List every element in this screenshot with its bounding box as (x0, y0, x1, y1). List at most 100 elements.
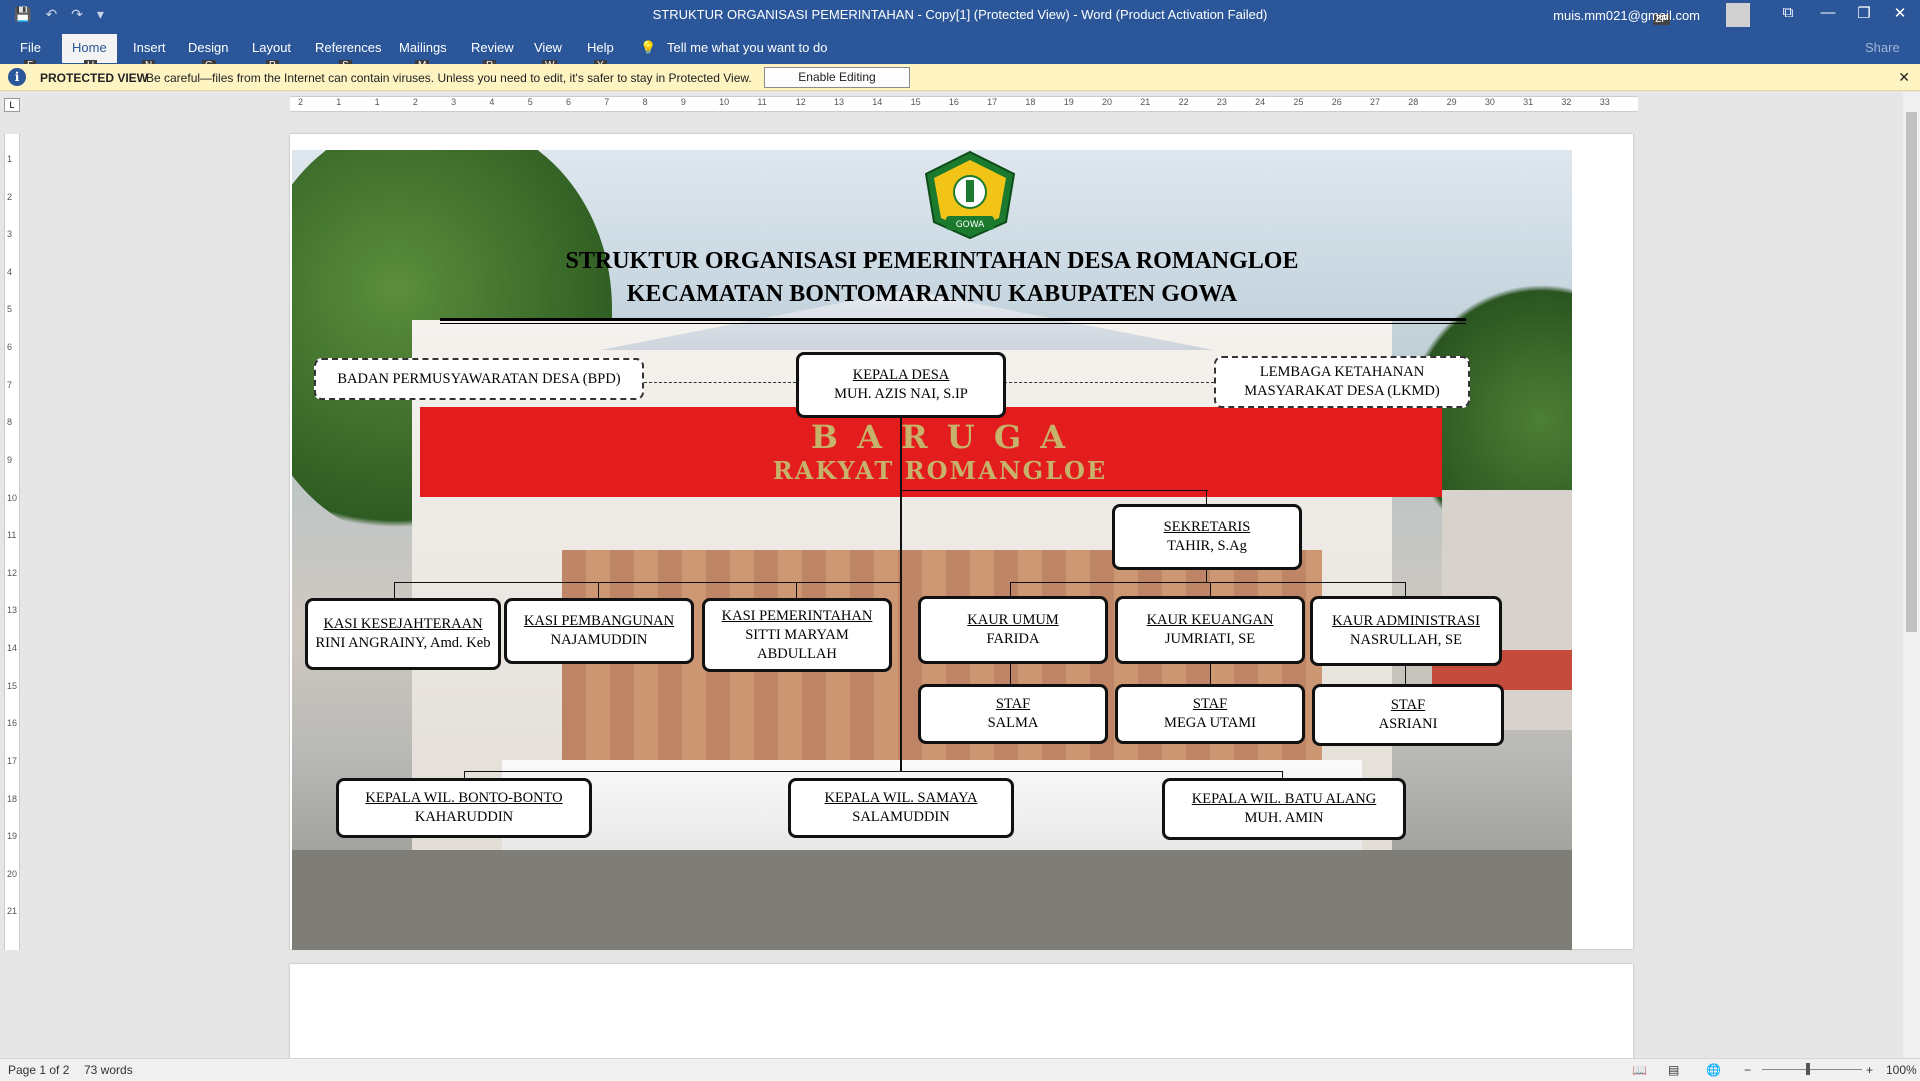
tab-file[interactable]: File (20, 40, 41, 55)
zoom-slider[interactable] (1762, 1069, 1862, 1070)
tab-mailings[interactable]: Mailings (399, 40, 447, 55)
box-staf-1[interactable]: STAF SALMA (918, 684, 1108, 744)
ruler-tick-label: 19 (1063, 97, 1074, 107)
word-count[interactable]: 73 words (84, 1063, 133, 1077)
web-layout-icon[interactable]: 🌐 (1706, 1063, 1721, 1077)
enable-editing-button[interactable]: Enable Editing (764, 67, 910, 88)
ruler-tick-label: 27 (1370, 97, 1381, 107)
wilayah-horizontal-line (464, 771, 1282, 772)
box-lkmd[interactable]: LEMBAGA KETAHANAN MASYARAKAT DESA (LKMD) (1214, 356, 1470, 408)
tab-help[interactable]: Help (587, 40, 614, 55)
tab-view[interactable]: View (534, 40, 562, 55)
ruler-tick-label: 6 (566, 97, 572, 107)
box-sekretaris[interactable]: SEKRETARIS TAHIR, S.Ag (1112, 504, 1302, 570)
info-icon: i (8, 68, 26, 86)
wilayah-name: KAHARUDDIN (414, 809, 514, 825)
sekretaris-name: TAHIR, S.Ag (1167, 538, 1247, 554)
tab-selector[interactable]: L (4, 98, 20, 112)
box-kepala-wil-samaya[interactable]: KEPALA WIL. SAMAYA SALAMUDDIN (788, 778, 1014, 838)
kasi-title: KASI KESEJAHTERAAN (323, 616, 483, 632)
ruler-tick-label: 28 (1408, 97, 1419, 107)
ruler-tick-label: 2 (412, 97, 418, 107)
protected-view-label: PROTECTED VIEW (40, 71, 149, 85)
ruler-tick-label: 5 (7, 304, 13, 315)
ruler-tick-label: 13 (7, 605, 18, 616)
zoom-in-icon[interactable]: + (1866, 1063, 1873, 1077)
ruler-tick-label: 1 (336, 97, 342, 107)
tab-design[interactable]: Design (188, 40, 228, 55)
ruler-tick-label: 20 (1102, 97, 1113, 107)
wilayah-title: KEPALA WIL. SAMAYA (824, 790, 978, 806)
kasi-name: SITTI MARYAM (745, 626, 849, 643)
wilayah-title: KEPALA WIL. BONTO-BONTO (365, 790, 563, 806)
print-layout-icon[interactable]: ▤ (1668, 1063, 1679, 1077)
tab-review[interactable]: Review (471, 40, 514, 55)
kepala-desa-name: MUH. AZIS NAI, S.IP (834, 386, 968, 402)
box-kasi-pembangunan[interactable]: KASI PEMBANGUNAN NAJAMUDDIN (504, 598, 694, 664)
ruler-tick-label: 11 (757, 97, 767, 107)
box-kepala-desa[interactable]: KEPALA DESA MUH. AZIS NAI, S.IP (796, 352, 1006, 418)
heading-rule-thick (440, 318, 1466, 321)
horizontal-ruler[interactable]: 2 1 1 2 3 4 5 6 7 8 9 10 11 12 13 14 15 16 17 18 19 20 21 22 23 2… (290, 96, 1638, 112)
line-to-sekretaris (900, 490, 1208, 491)
tab-insert[interactable]: Insert (133, 40, 166, 55)
box-kasi-kesejahteraan[interactable]: KASI KESEJAHTERAAN RINI ANGRAINY, Amd. K… (305, 598, 501, 670)
protected-view-message: Be careful—files from the Internet can c… (146, 71, 752, 85)
box-kaur-umum[interactable]: KAUR UMUM FARIDA (918, 596, 1108, 664)
ruler-tick-label: 7 (7, 379, 13, 390)
ruler-tick-label: 19 (7, 831, 18, 842)
kaur-horizontal-line (1010, 582, 1406, 583)
banner-line2: RAKYAT ROMANGLOE (772, 456, 1108, 485)
read-mode-icon[interactable]: 📖 (1632, 1063, 1647, 1077)
tell-me-search[interactable]: Tell me what you want to do (667, 40, 827, 55)
page-count[interactable]: Page 1 of 2 (8, 1063, 69, 1077)
logo-text: GOWA (956, 220, 985, 230)
box-staf-3[interactable]: STAF ASRIANI (1312, 684, 1504, 746)
minimize-button[interactable]: — (1808, 4, 1848, 21)
ruler-tick-label: 11 (7, 530, 17, 541)
box-staf-2[interactable]: STAF MEGA UTAMI (1115, 684, 1305, 744)
wilayah-name: MUH. AMIN (1244, 810, 1324, 826)
tab-layout[interactable]: Layout (252, 40, 291, 55)
box-kepala-wil-batu-alang[interactable]: KEPALA WIL. BATU ALANG MUH. AMIN (1162, 778, 1406, 840)
restore-button[interactable]: ❐ (1844, 4, 1884, 22)
document-page-2[interactable] (290, 964, 1633, 1064)
ruler-tick-label: 8 (642, 97, 648, 107)
sekretaris-title: SEKRETARIS (1163, 519, 1251, 535)
staf-line-1 (1010, 662, 1011, 684)
account-email[interactable]: muis.mm021@gmail.com (1553, 8, 1700, 23)
zoom-out-icon[interactable]: − (1744, 1063, 1751, 1077)
scrollbar-thumb[interactable] (1906, 112, 1917, 632)
share-button[interactable]: Share (1865, 40, 1900, 55)
box-kaur-keuangan[interactable]: KAUR KEUANGAN JUMRIATI, SE (1115, 596, 1305, 664)
box-kasi-pemerintahan[interactable]: KASI PEMERINTAHAN SITTI MARYAM ABDULLAH (702, 598, 892, 672)
box-kaur-administrasi[interactable]: KAUR ADMINISTRASI NASRULLAH, SE (1310, 596, 1502, 666)
ruler-tick-label: 14 (872, 97, 883, 107)
ruler-tick-label: 7 (604, 97, 610, 107)
zoom-level[interactable]: 100% (1886, 1063, 1917, 1077)
box-bpd[interactable]: BADAN PERMUSYAWARATAN DESA (BPD) (314, 358, 644, 400)
ruler-tick-label: 30 (1484, 97, 1495, 107)
ruler-tick-label: 21 (7, 906, 18, 917)
vertical-scrollbar[interactable] (1903, 92, 1920, 1060)
tab-references[interactable]: References (315, 40, 381, 55)
status-bar: Page 1 of 2 73 words 📖 ▤ 🌐 − + 100% (0, 1058, 1920, 1081)
zoom-slider-thumb[interactable] (1806, 1063, 1810, 1075)
kasi-name: NAJAMUDDIN (550, 632, 648, 648)
heading-line2: KECAMATAN BONTOMARANNU KABUPATEN GOWA (626, 281, 1238, 307)
ruler-tick-label: 3 (451, 97, 457, 107)
tab-home[interactable]: Home (62, 34, 117, 63)
avatar[interactable] (1726, 3, 1750, 27)
staf-name: SALMA (987, 715, 1039, 731)
wilayah-title: KEPALA WIL. BATU ALANG (1191, 791, 1377, 807)
vertical-ruler[interactable]: 1 2 3 4 5 6 7 8 9 10 11 12 13 14 15 16 17 18 19 20 21 (4, 134, 20, 950)
ruler-tick-label: 2 (7, 191, 13, 202)
ruler-tick-label: 9 (7, 454, 13, 465)
box-kepala-wil-bonto-bonto[interactable]: KEPALA WIL. BONTO-BONTO KAHARUDDIN (336, 778, 592, 838)
close-button[interactable]: ✕ (1880, 4, 1920, 22)
ruler-tick-label: 15 (910, 97, 921, 107)
close-icon[interactable]: ✕ (1898, 69, 1910, 86)
banner-line1: B A R U G A (810, 418, 1070, 456)
ruler-tick-label: 5 (527, 97, 533, 107)
ribbon-display-options-icon[interactable]: ⧉ (1768, 4, 1808, 21)
